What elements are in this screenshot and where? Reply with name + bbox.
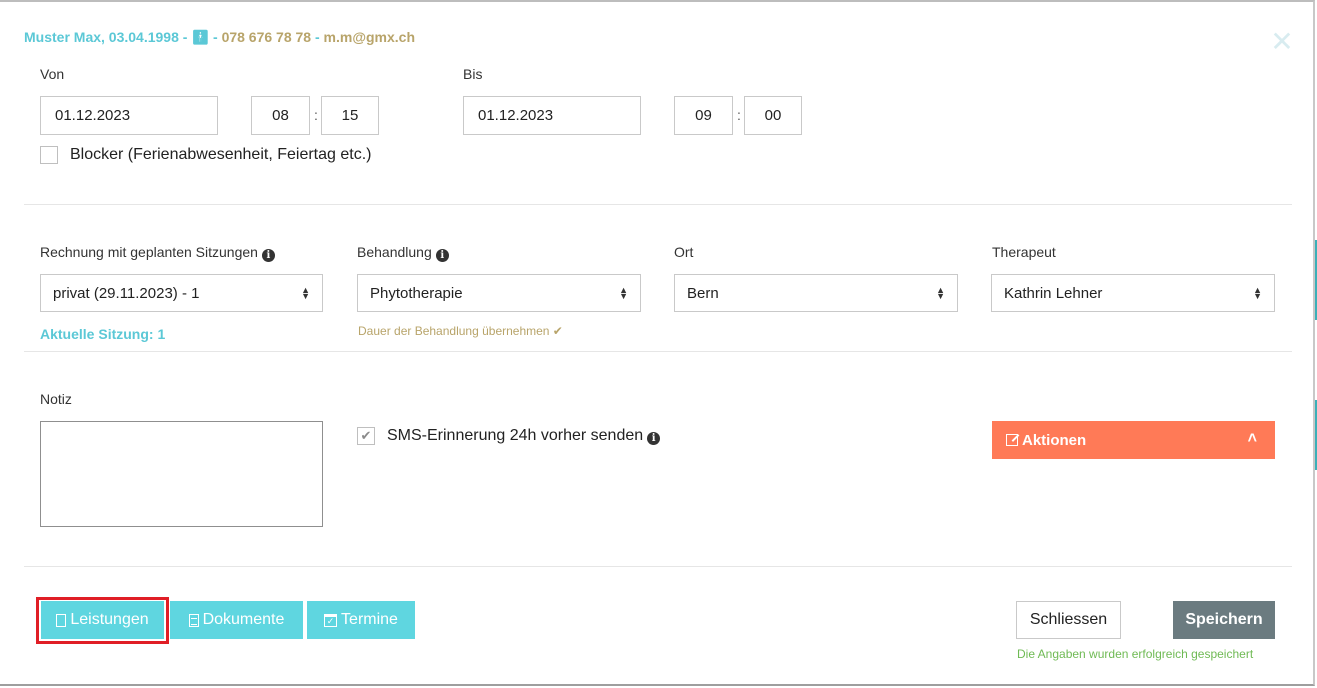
divider <box>24 204 1292 205</box>
to-date-input[interactable]: 01.12.2023 <box>463 96 641 135</box>
info-icon[interactable]: i <box>435 249 449 262</box>
documents-button[interactable]: Dokumente <box>170 601 303 639</box>
file-text-icon <box>188 613 199 627</box>
time-colon: : <box>314 107 318 123</box>
sms-label: SMS-Erinnerung 24h vorher senden i <box>387 427 661 445</box>
calendar-check-icon: ✓ <box>324 613 338 627</box>
person-icon: 🚹︎ <box>191 29 210 45</box>
file-icon <box>56 613 67 627</box>
therapist-select-value: Kathrin Lehner <box>1004 284 1103 302</box>
info-icon[interactable]: i <box>647 432 661 445</box>
separator: - <box>314 29 320 45</box>
close-icon[interactable]: ✕ <box>1270 28 1294 56</box>
from-label: Von <box>40 66 65 82</box>
sms-label-text: SMS-Erinnerung 24h vorher senden <box>387 427 644 444</box>
sms-checkbox[interactable]: ✔ <box>357 427 375 445</box>
save-button[interactable]: Speichern <box>1173 601 1275 639</box>
time-colon: : <box>737 107 741 123</box>
location-select-value: Bern <box>687 284 719 302</box>
documents-label: Dokumente <box>202 611 285 628</box>
services-button[interactable]: Leistungen <box>41 601 164 639</box>
separator: - <box>213 29 218 45</box>
to-hour-input[interactable]: 09 <box>674 96 733 135</box>
current-session-link[interactable]: Aktuelle Sitzung: 1 <box>40 326 165 342</box>
notes-textarea[interactable] <box>40 421 323 527</box>
blocker-checkbox[interactable] <box>40 146 58 164</box>
divider <box>24 351 1292 352</box>
patient-header: Muster Max, 03.04.1998 - 🚹︎ - 078 676 78… <box>24 29 415 46</box>
therapist-select[interactable]: Kathrin Lehner ▲ ▼ <box>991 274 1275 312</box>
appointments-label: Termine <box>341 611 398 628</box>
invoice-select-value: privat (29.11.2023) - 1 <box>53 284 200 302</box>
sort-arrows-icon: ▲ ▼ <box>1253 285 1262 301</box>
close-button[interactable]: Schliessen <box>1016 601 1121 639</box>
invoice-select[interactable]: privat (29.11.2023) - 1 ▲ ▼ <box>40 274 323 312</box>
notes-label: Notiz <box>40 391 72 407</box>
patient-phone: 078 676 78 78 <box>221 29 312 45</box>
sort-arrows-icon: ▲ ▼ <box>936 285 945 301</box>
treatment-duration-link[interactable]: Dauer der Behandlung übernehmen ✔ <box>358 324 563 338</box>
therapist-label: Therapeut <box>992 244 1056 260</box>
from-date-input[interactable]: 01.12.2023 <box>40 96 218 135</box>
patient-email: m.m@gmx.ch <box>323 29 415 45</box>
location-select[interactable]: Bern ▲ ▼ <box>674 274 958 312</box>
services-label: Leistungen <box>70 611 149 628</box>
sort-arrows-icon: ▲ ▼ <box>301 285 310 301</box>
edit-icon <box>1006 434 1018 446</box>
info-icon[interactable]: i <box>261 249 275 262</box>
divider <box>24 566 1292 567</box>
invoice-label-text: Rechnung mit geplanten Sitzungen <box>40 244 258 260</box>
from-minute-input[interactable]: 15 <box>321 96 379 135</box>
actions-button[interactable]: Aktionen ˄ <box>992 421 1275 459</box>
chevron-up-icon: ˄ <box>1247 430 1257 447</box>
treatment-select[interactable]: Phytotherapie ▲ ▼ <box>357 274 641 312</box>
actions-label: Aktionen <box>1022 431 1087 449</box>
to-minute-input[interactable]: 00 <box>744 96 802 135</box>
invoice-label: Rechnung mit geplanten Sitzungen i <box>40 244 275 262</box>
to-label: Bis <box>463 66 483 82</box>
treatment-select-value: Phytotherapie <box>370 284 463 302</box>
sort-arrows-icon: ▲ ▼ <box>619 285 628 301</box>
from-hour-input[interactable]: 08 <box>251 96 310 135</box>
treatment-label-text: Behandlung <box>357 244 432 260</box>
blocker-label: Blocker (Ferienabwesenheit, Feiertag etc… <box>70 146 372 163</box>
status-message: Die Angaben wurden erfolgreich gespeiche… <box>1017 647 1254 661</box>
treatment-label: Behandlung i <box>357 244 449 262</box>
patient-name: Muster Max, 03.04.1998 <box>24 29 179 45</box>
location-label: Ort <box>674 244 694 260</box>
appointments-button[interactable]: ✓ Termine <box>307 601 415 639</box>
separator: - <box>182 29 188 45</box>
